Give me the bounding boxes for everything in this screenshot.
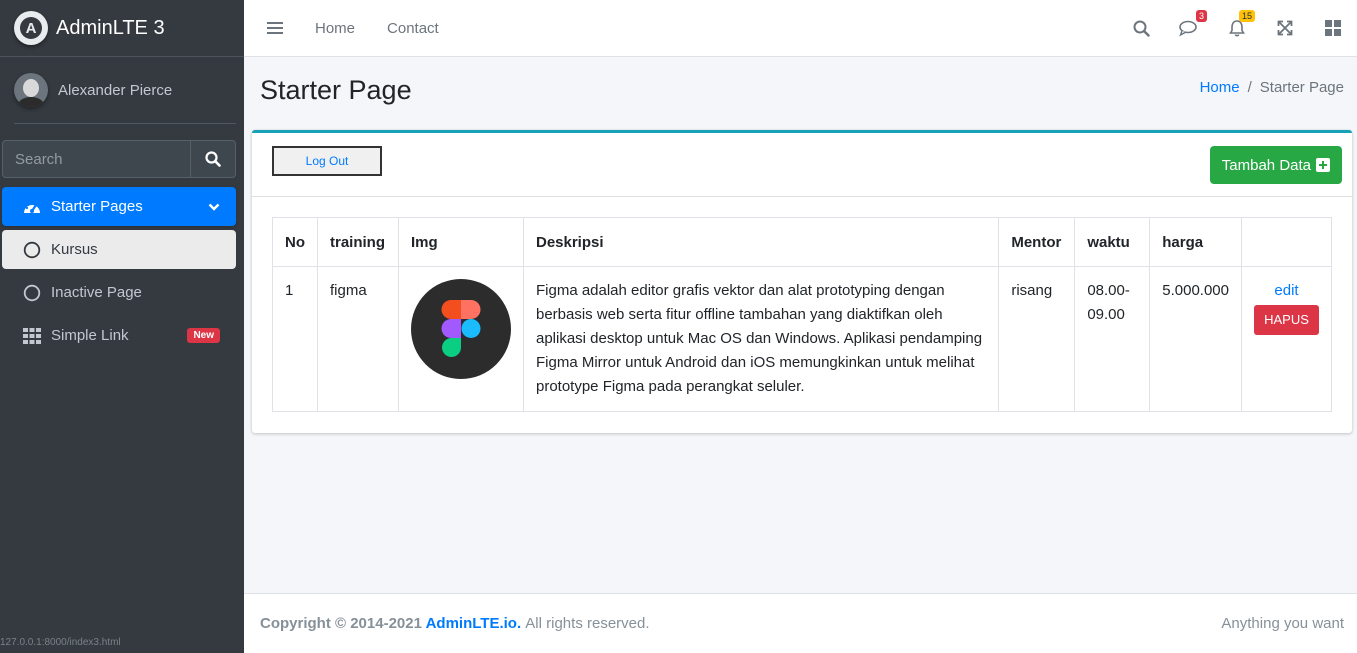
footer-brand-link[interactable]: AdminLTE.io.	[426, 615, 522, 632]
sidebar-search	[2, 140, 236, 178]
sidebar-item-label: Starter Pages	[51, 198, 143, 215]
sidebar-item-label: Inactive Page	[51, 284, 142, 301]
column-header: harga	[1149, 217, 1242, 267]
content-header: Starter Page Home / Starter Page	[244, 57, 1357, 131]
search-icon	[205, 151, 221, 167]
content-card: Log Out Tambah Data No training Img Desk…	[252, 130, 1352, 433]
circle-outline-icon	[22, 240, 42, 260]
dashboard-gauge-icon	[22, 197, 42, 217]
cell-img	[397, 266, 524, 412]
cell-mentor: risang	[998, 266, 1076, 412]
delete-button[interactable]: HAPUS	[1254, 305, 1319, 335]
column-header: training	[317, 217, 399, 267]
table-header-row: No training Img Deskripsi Mentor waktu h…	[272, 217, 1333, 267]
sidebar-search-button[interactable]	[190, 140, 236, 178]
column-header: No	[272, 217, 318, 267]
breadcrumb-current: Starter Page	[1259, 79, 1344, 96]
figma-logo-icon	[410, 279, 511, 379]
brand-logo-icon: A	[14, 11, 48, 45]
avatar	[14, 73, 48, 107]
sidebar-item-kursus[interactable]: Kursus	[2, 230, 236, 269]
brand-link[interactable]: A AdminLTE 3	[0, 0, 244, 57]
logout-button[interactable]: Log Out	[272, 146, 382, 176]
sidebar-item-simple-link[interactable]: Simple Link New	[2, 316, 236, 355]
cell-deskripsi: Figma adalah editor grafis vektor dan al…	[522, 266, 1000, 412]
th-large-icon	[1325, 20, 1341, 36]
add-data-label: Tambah Data	[1221, 156, 1311, 174]
main-footer: Copyright © 2014-2021 AdminLTE.io. All r…	[244, 593, 1357, 653]
add-data-button[interactable]: Tambah Data	[1209, 146, 1342, 184]
circle-outline-icon	[22, 283, 42, 303]
chevron-down-icon	[208, 203, 220, 211]
messages-count-badge: 3	[1195, 10, 1207, 22]
control-sidebar-button[interactable]	[1323, 18, 1343, 38]
grid-icon	[22, 326, 42, 346]
cell-harga: 5.000.000	[1149, 266, 1242, 412]
main-sidebar: A AdminLTE 3 Alexander Pierce Starter Pa…	[0, 0, 244, 653]
sidebar-item-label: Simple Link	[51, 327, 129, 344]
sidebar-nav: Starter Pages Kursus Inactive Page Simpl…	[2, 187, 236, 355]
column-header: Img	[397, 217, 524, 267]
column-header: Mentor	[998, 217, 1076, 267]
breadcrumb: Home / Starter Page	[1199, 79, 1344, 96]
footer-rights: All rights reserved.	[525, 615, 650, 632]
copyright-text: Copyright © 2014-2021	[260, 615, 422, 632]
messages-dropdown[interactable]: 3	[1179, 10, 1207, 38]
table-row: 1 figma Figma adalah editor grafis vekto…	[272, 266, 1333, 412]
column-header: waktu	[1074, 217, 1151, 267]
expand-arrows-icon	[1277, 20, 1293, 36]
cell-actions: edit HAPUS	[1240, 266, 1333, 412]
footer-right-text: Anything you want	[1221, 615, 1344, 632]
cell-waktu: 08.00-09.00	[1074, 266, 1151, 412]
column-header: Deskripsi	[522, 217, 1000, 267]
column-header	[1240, 217, 1333, 267]
hamburger-menu-icon[interactable]	[267, 22, 283, 34]
sidebar-item-starter-pages[interactable]: Starter Pages	[2, 187, 236, 226]
page-title: Starter Page	[260, 75, 412, 105]
training-table: No training Img Deskripsi Mentor waktu h…	[272, 217, 1333, 412]
breadcrumb-home-link[interactable]: Home	[1200, 79, 1240, 96]
navbar-right: 3 15	[1131, 10, 1343, 38]
navbar-search-button[interactable]	[1131, 18, 1151, 38]
new-badge: New	[187, 328, 220, 343]
user-panel[interactable]: Alexander Pierce	[14, 57, 236, 124]
footer-copyright: Copyright © 2014-2021 AdminLTE.io.	[260, 615, 521, 632]
plus-square-icon	[1316, 158, 1330, 172]
cell-training: figma	[317, 266, 399, 412]
user-name[interactable]: Alexander Pierce	[58, 82, 172, 99]
card-header: Log Out Tambah Data	[252, 133, 1352, 197]
search-icon	[1133, 20, 1150, 37]
sidebar-item-label: Kursus	[51, 241, 98, 258]
top-navbar: Home Contact 3 15	[244, 0, 1357, 57]
sidebar-search-input[interactable]	[2, 140, 190, 178]
edit-link[interactable]: edit	[1254, 279, 1319, 303]
brand-text: AdminLTE 3	[56, 16, 165, 39]
status-bar-url: 127.0.0.1:8000/index3.html	[0, 637, 121, 648]
cell-no: 1	[272, 266, 318, 412]
notifications-count-badge: 15	[1238, 10, 1255, 22]
nav-link-home[interactable]: Home	[315, 20, 355, 37]
comments-icon	[1179, 20, 1197, 37]
sidebar-item-inactive-page[interactable]: Inactive Page	[2, 273, 236, 312]
nav-link-contact[interactable]: Contact	[387, 20, 439, 37]
notifications-dropdown[interactable]: 15	[1227, 10, 1255, 38]
fullscreen-button[interactable]	[1275, 18, 1295, 38]
